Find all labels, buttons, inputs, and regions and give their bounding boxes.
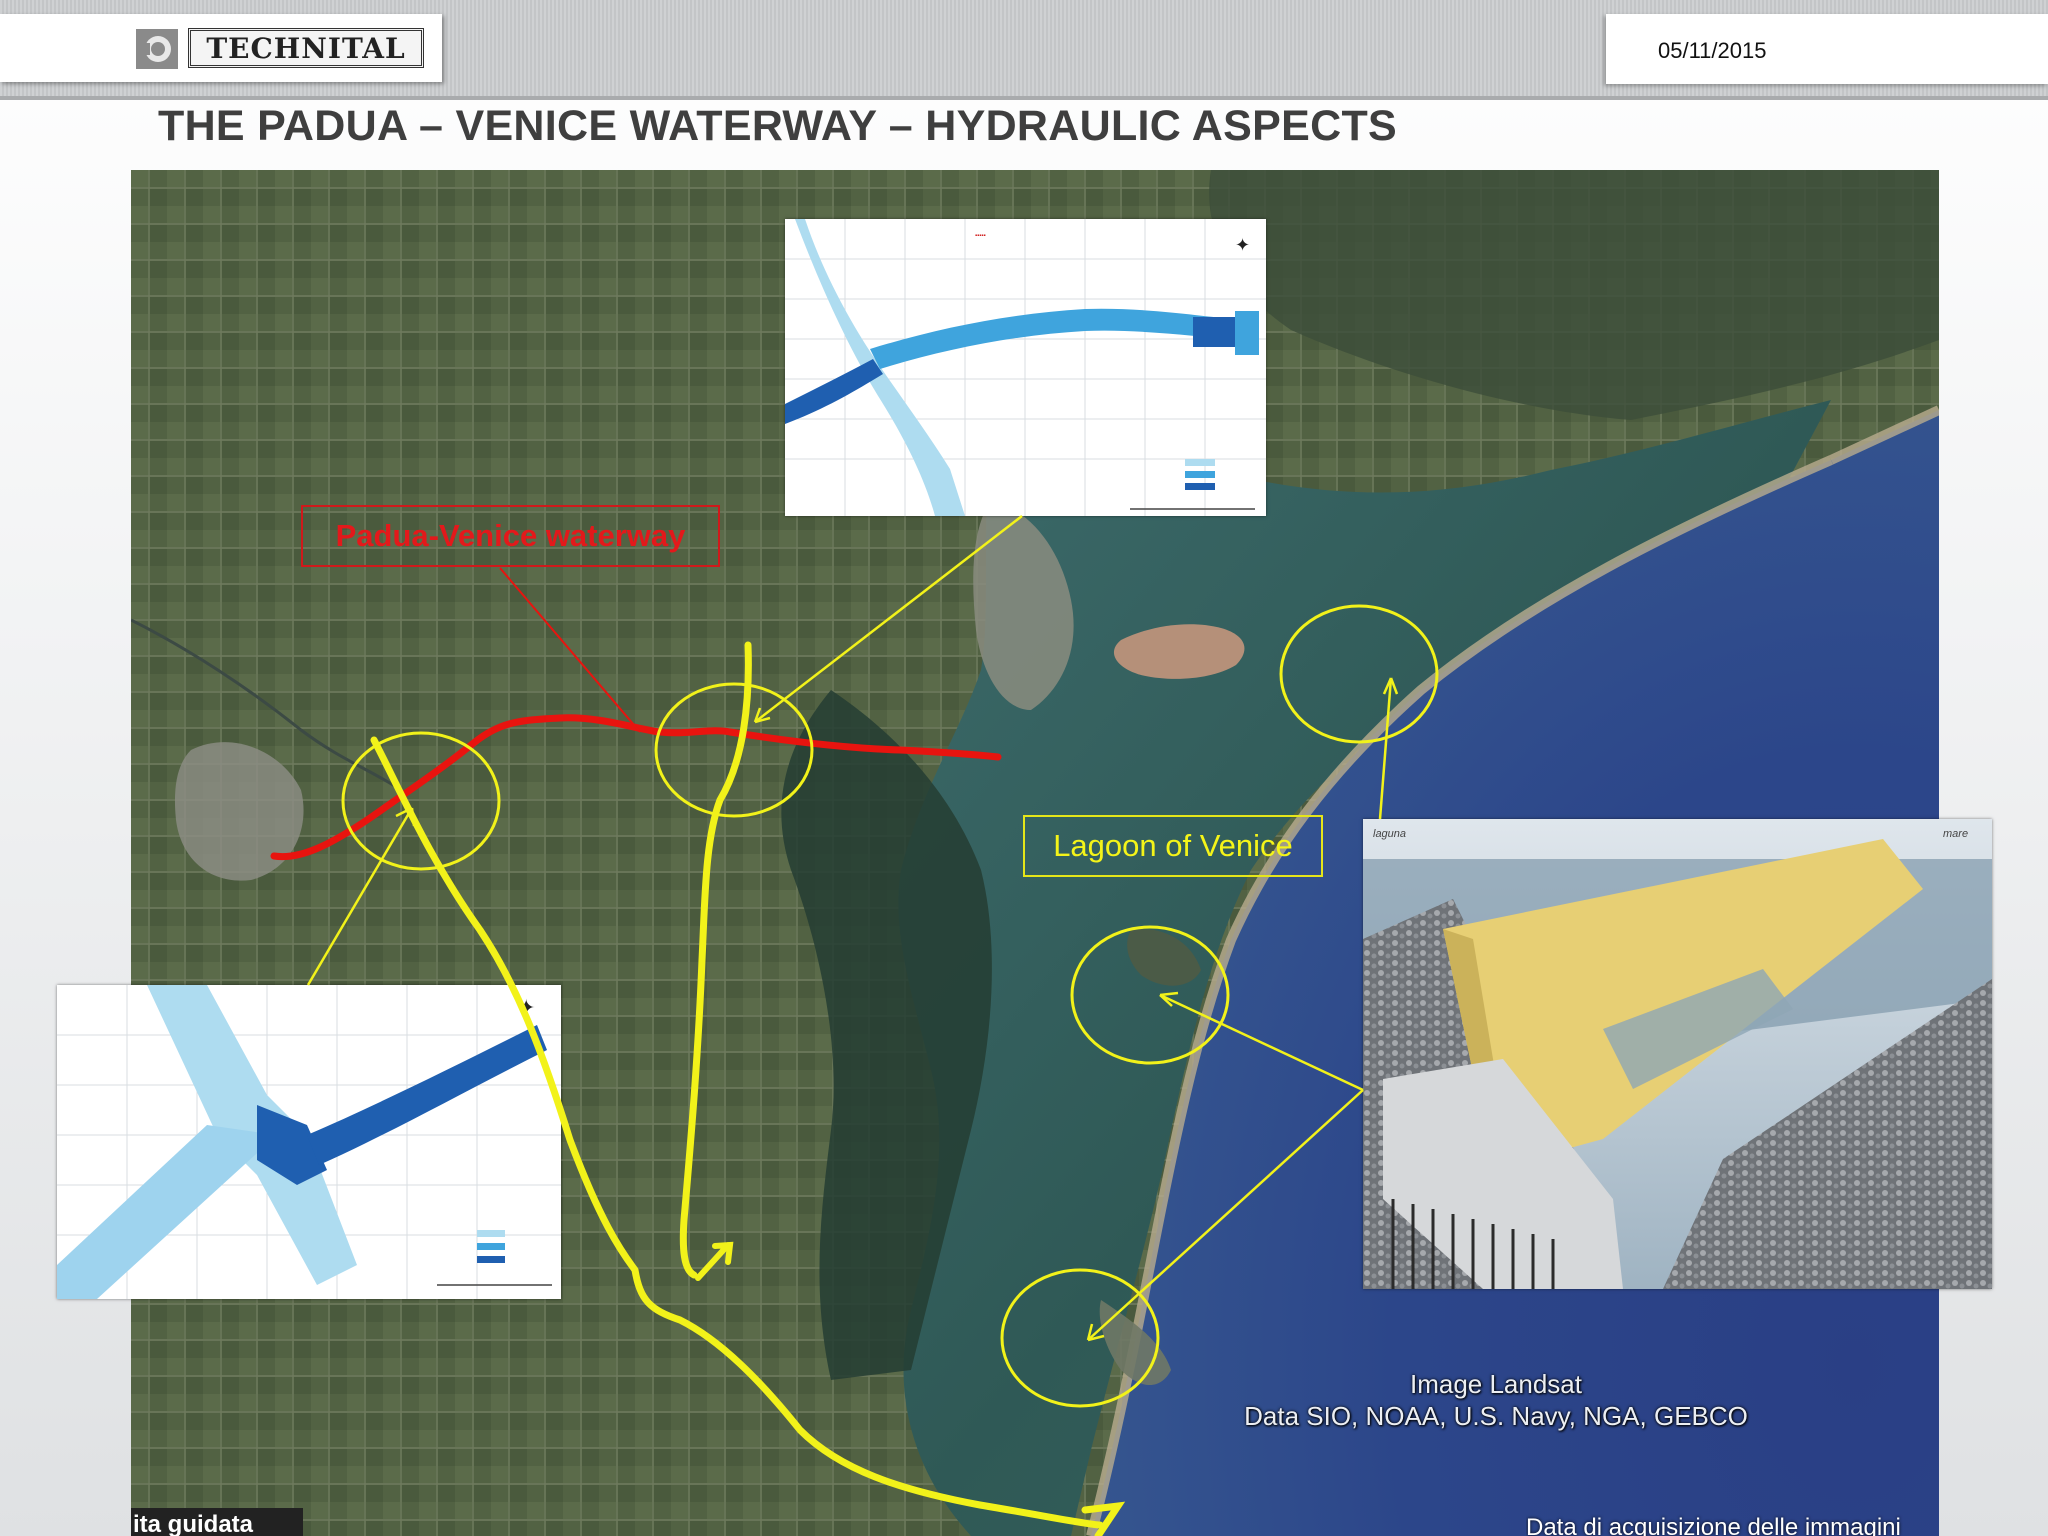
acquisition-date-label: Data di acquisizione delle immagini bbox=[1526, 1514, 1901, 1536]
inset-barrier-3d: laguna mare bbox=[1363, 819, 1992, 1289]
canal-plan-left: ✦ bbox=[57, 985, 561, 1299]
inset-plan-top: ▪▪▪▪▪ ✦ bbox=[785, 219, 1266, 516]
date-box: 05/11/2015 bbox=[1606, 14, 2048, 84]
svg-text:laguna: laguna bbox=[1373, 828, 1406, 840]
logo-wordmark: TECHNITAL bbox=[188, 28, 424, 68]
svg-text:mare: mare bbox=[1943, 828, 1968, 840]
tidal-gate-render: laguna mare bbox=[1363, 819, 1992, 1289]
lagoon-label: Lagoon of Venice bbox=[1023, 815, 1323, 877]
svg-text:✦: ✦ bbox=[517, 996, 535, 1021]
svg-text:✦: ✦ bbox=[1235, 235, 1250, 256]
logo: TECHNITAL bbox=[0, 14, 442, 82]
image-credit-line1: Image Landsat bbox=[1409, 1369, 1582, 1399]
logo-mark-icon bbox=[136, 29, 178, 69]
inset-plan-left: ✦ bbox=[57, 985, 561, 1299]
page-title: THE PADUA – VENICE WATERWAY – HYDRAULIC … bbox=[158, 102, 1397, 150]
canal-plan-top: ▪▪▪▪▪ ✦ bbox=[785, 219, 1266, 516]
image-credit: Image Landsat Data SIO, NOAA, U.S. Navy,… bbox=[1236, 1368, 1756, 1432]
slide-date: 05/11/2015 bbox=[1658, 38, 1767, 63]
waterway-label: Padua-Venice waterway bbox=[301, 505, 720, 567]
guided-tour-label[interactable]: ita guidata bbox=[131, 1508, 303, 1536]
image-credit-line2: Data SIO, NOAA, U.S. Navy, NGA, GEBCO bbox=[1244, 1401, 1748, 1431]
svg-text:▪▪▪▪▪: ▪▪▪▪▪ bbox=[975, 233, 986, 239]
